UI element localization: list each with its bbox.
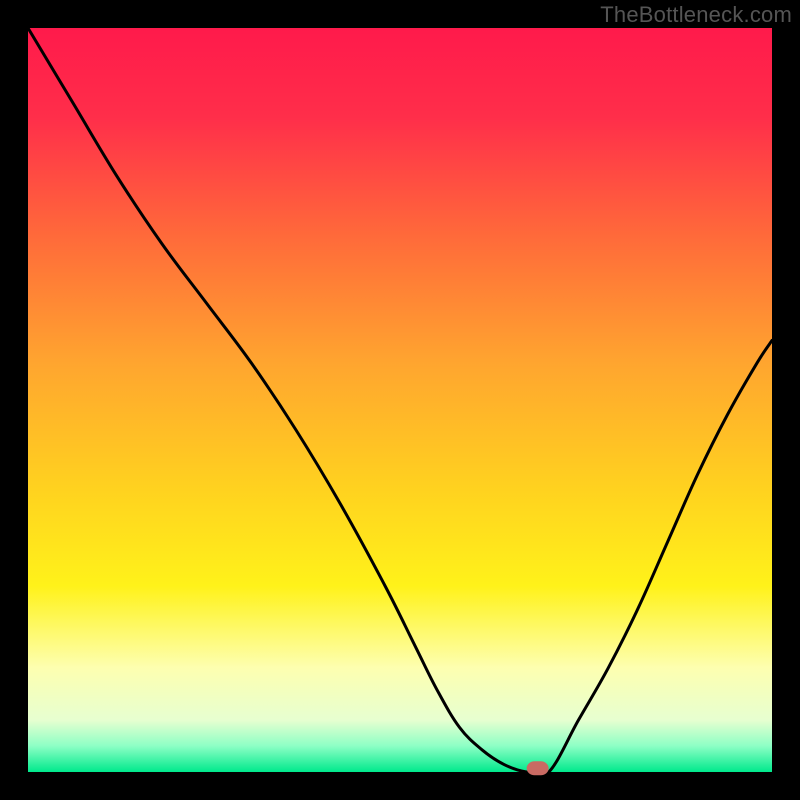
plot-background xyxy=(28,28,772,772)
chart-container: TheBottleneck.com xyxy=(0,0,800,800)
optimal-marker xyxy=(527,761,549,775)
bottleneck-chart xyxy=(0,0,800,800)
watermark-text: TheBottleneck.com xyxy=(600,2,792,28)
